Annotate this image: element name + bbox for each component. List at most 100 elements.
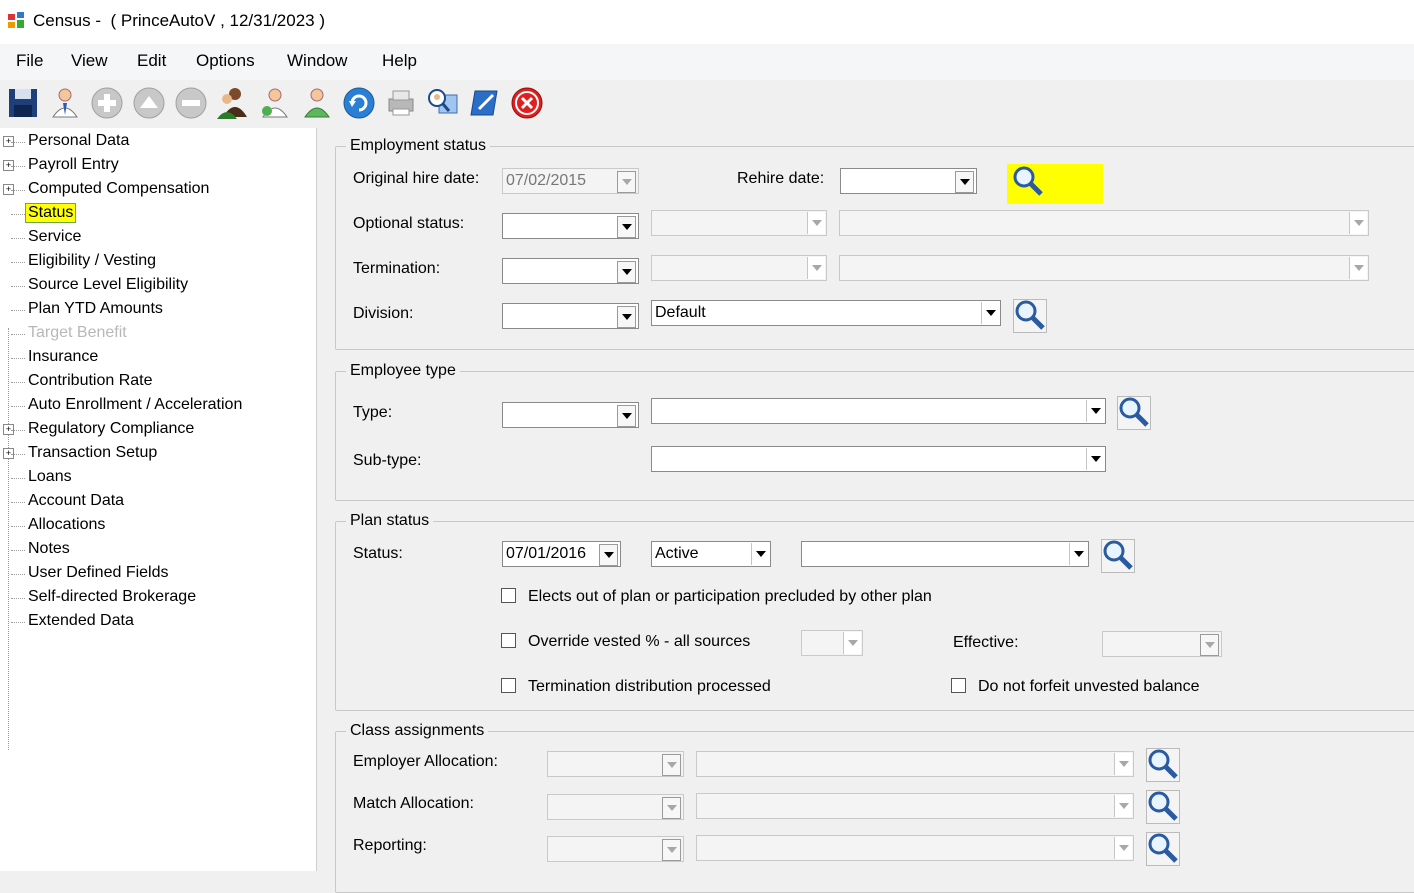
chevron-down-icon[interactable]	[662, 797, 681, 819]
effective-label: Effective:	[953, 634, 1019, 651]
chevron-down-icon[interactable]	[617, 261, 636, 283]
status-reason-select[interactable]	[801, 541, 1089, 567]
reporting-date-field[interactable]	[547, 836, 684, 862]
chevron-down-icon[interactable]	[1349, 257, 1367, 279]
chevron-down-icon[interactable]	[617, 306, 636, 328]
class-assignments-legend: Class assignments	[346, 722, 489, 740]
chevron-down-icon[interactable]	[955, 171, 974, 193]
chevron-down-icon[interactable]	[843, 632, 861, 654]
search-person-icon[interactable]	[424, 84, 462, 122]
reporting-lookup-icon[interactable]	[1146, 832, 1180, 866]
menu-help[interactable]: Help	[382, 51, 417, 71]
rehire-date-field[interactable]	[840, 168, 977, 194]
edit-icon[interactable]	[466, 84, 504, 122]
status-select[interactable]: Active	[651, 541, 771, 567]
menu-options[interactable]: Options	[196, 51, 255, 71]
chevron-down-icon[interactable]	[807, 257, 825, 279]
chevron-down-icon[interactable]	[617, 171, 636, 193]
refresh-icon[interactable]	[340, 84, 378, 122]
remove-icon[interactable]	[172, 84, 210, 122]
reporting-label: Reporting:	[353, 837, 427, 854]
employee-type-group: Employee type	[335, 362, 1414, 501]
termination-label: Termination:	[353, 260, 441, 277]
employer-allocation-lookup-icon[interactable]	[1146, 748, 1180, 782]
match-allocation-lookup-icon[interactable]	[1146, 790, 1180, 824]
division-select[interactable]: Default	[651, 300, 1001, 326]
chevron-down-icon[interactable]	[1114, 753, 1132, 775]
sub-type-select[interactable]	[651, 446, 1106, 472]
person-icon[interactable]	[46, 84, 84, 122]
match-allocation-date-field[interactable]	[547, 794, 684, 820]
optional-status-date-field[interactable]	[502, 213, 639, 239]
chevron-down-icon[interactable]	[807, 212, 825, 234]
chevron-down-icon[interactable]	[662, 839, 681, 861]
group-icon[interactable]	[214, 84, 252, 122]
window-title: Census - ( PrinceAutoV , 12/31/2023 )	[33, 11, 325, 30]
chevron-down-icon[interactable]	[1114, 795, 1132, 817]
employer-allocation-date-field[interactable]	[547, 751, 684, 777]
division-lookup-icon[interactable]	[1013, 299, 1047, 333]
type-label: Type:	[353, 404, 393, 421]
close-icon[interactable]	[508, 84, 546, 122]
status-label: Status:	[353, 545, 403, 562]
chevron-down-icon[interactable]	[981, 302, 999, 324]
chevron-down-icon[interactable]	[1349, 212, 1367, 234]
original-hire-date-field[interactable]: 07/02/2015	[502, 168, 639, 194]
person-green-icon[interactable]	[298, 84, 336, 122]
division-label: Division:	[353, 305, 414, 322]
elects-out-checkbox[interactable]	[501, 588, 516, 603]
status-lookup-icon[interactable]	[1101, 539, 1135, 573]
title-bar: Census - ( PrinceAutoV , 12/31/2023 )	[0, 0, 1414, 44]
menu-file[interactable]: File	[16, 51, 43, 71]
chevron-down-icon[interactable]	[599, 544, 618, 566]
chevron-down-icon[interactable]	[1200, 634, 1219, 656]
tree-connector-line	[8, 328, 9, 750]
match-allocation-select[interactable]	[696, 793, 1134, 819]
toolbar	[0, 80, 1414, 128]
original-hire-date-label: Original hire date:	[353, 170, 480, 187]
status-panel: Employment status Original hire date: 07…	[317, 128, 1414, 893]
navigation-tree: + Personal Data + Payroll Entry + Computed …	[0, 128, 317, 871]
chevron-down-icon[interactable]	[617, 405, 636, 427]
type-lookup-icon[interactable]	[1117, 396, 1151, 430]
save-icon[interactable]	[4, 84, 42, 122]
menu-bar: File View Edit Options Window Help	[0, 44, 1414, 80]
do-not-forfeit-checkbox[interactable]	[951, 678, 966, 693]
termination-description-select[interactable]	[839, 255, 1369, 281]
termination-distribution-checkbox[interactable]	[501, 678, 516, 693]
person-add-icon[interactable]	[256, 84, 294, 122]
menu-window[interactable]: Window	[287, 51, 347, 71]
termination-distribution-label: Termination distribution processed	[528, 678, 771, 695]
override-vested-select[interactable]	[801, 630, 863, 656]
employer-allocation-label: Employer Allocation:	[353, 753, 498, 770]
menu-edit[interactable]: Edit	[137, 51, 166, 71]
chevron-down-icon[interactable]	[1069, 543, 1087, 565]
employee-type-legend: Employee type	[346, 362, 460, 380]
effective-date-field[interactable]	[1102, 631, 1222, 657]
up-icon[interactable]	[130, 84, 168, 122]
menu-view[interactable]: View	[71, 51, 108, 71]
do-not-forfeit-label: Do not forfeit unvested balance	[978, 678, 1200, 695]
chevron-down-icon[interactable]	[617, 216, 636, 238]
status-date-field[interactable]: 07/01/2016	[502, 541, 621, 567]
add-icon[interactable]	[88, 84, 126, 122]
optional-status-description-select[interactable]	[839, 210, 1369, 236]
type-select[interactable]	[651, 398, 1106, 424]
chevron-down-icon[interactable]	[662, 754, 681, 776]
rehire-lookup-icon[interactable]	[1011, 165, 1045, 199]
optional-status-code-select[interactable]	[651, 210, 827, 236]
chevron-down-icon[interactable]	[1114, 837, 1132, 859]
termination-date-field[interactable]	[502, 258, 639, 284]
employment-status-legend: Employment status	[346, 137, 491, 155]
employer-allocation-select[interactable]	[696, 751, 1134, 777]
chevron-down-icon[interactable]	[751, 543, 769, 565]
override-vested-checkbox[interactable]	[501, 633, 516, 648]
type-date-field[interactable]	[502, 402, 639, 428]
division-date-field[interactable]	[502, 303, 639, 329]
chevron-down-icon[interactable]	[1086, 448, 1104, 470]
rehire-date-label: Rehire date:	[737, 170, 825, 187]
termination-code-select[interactable]	[651, 255, 827, 281]
reporting-select[interactable]	[696, 835, 1134, 861]
printer-icon[interactable]	[382, 84, 420, 122]
chevron-down-icon[interactable]	[1086, 400, 1104, 422]
